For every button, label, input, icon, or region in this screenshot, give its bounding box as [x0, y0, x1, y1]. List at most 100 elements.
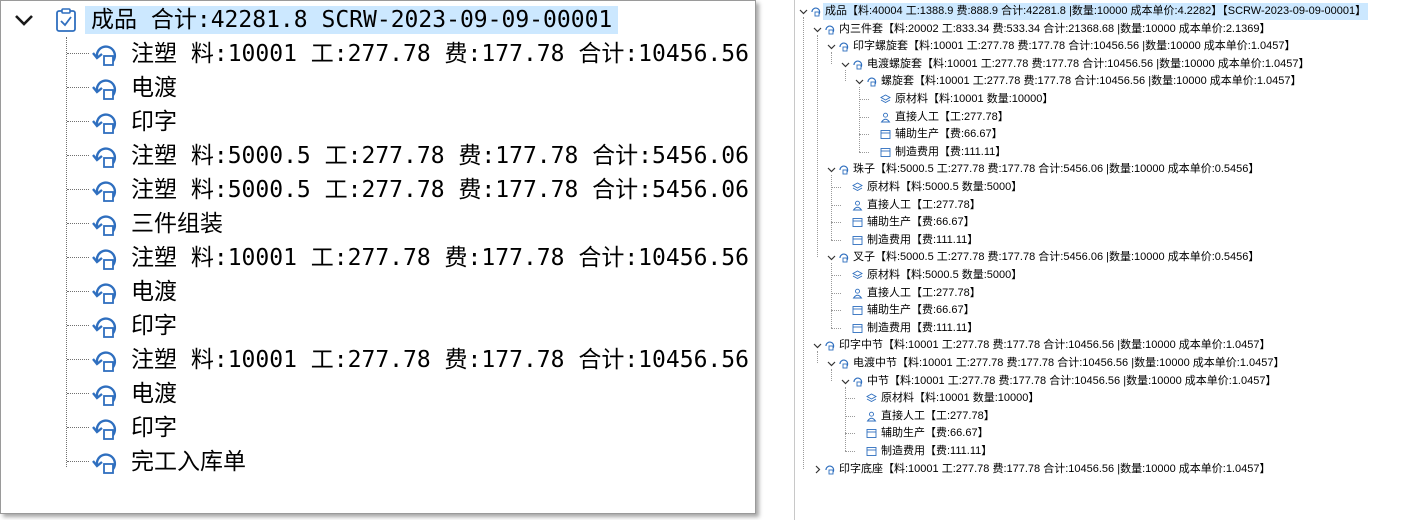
box-icon	[852, 306, 863, 316]
left-tree-root[interactable]: 成品 合计:42281.8 SCRW-2023-09-09-00001	[1, 3, 757, 37]
material-stack-icon	[866, 393, 877, 403]
right-tree-item[interactable]: 辅助生产【费:66.67】	[795, 302, 1419, 319]
left-item-label: 电渡	[131, 75, 177, 101]
right-tree-item[interactable]: 内三件套【料:20002 工:833.34 费:533.34 合计:21368.…	[795, 21, 1419, 38]
box-icon	[866, 429, 877, 439]
right-tree-panel: 成品【料:40004 工:1388.9 费:888.9 合计:42281.8 |…	[794, 0, 1420, 520]
left-tree-panel: 成品 合计:42281.8 SCRW-2023-09-09-00001 注塑 料…	[0, 0, 756, 514]
left-item-label: 注塑 料:10001 工:277.78 费:177.78 合计:10456.56	[131, 245, 749, 271]
left-tree-item[interactable]: 印字	[1, 411, 757, 445]
process-node-icon	[92, 215, 117, 236]
box-icon	[880, 147, 891, 157]
chevron-down-icon[interactable]	[841, 377, 850, 386]
process-node-icon	[853, 60, 863, 70]
right-tree-item[interactable]: 制造费用【费:111.11】	[795, 320, 1419, 337]
tree-connector-line	[67, 87, 89, 88]
right-tree-item[interactable]: 电渡螺旋套【料:10001 工:277.78 费:177.78 合计:10456…	[795, 56, 1419, 73]
left-tree-item[interactable]: 注塑 料:10001 工:277.78 费:177.78 合计:10456.56	[1, 343, 757, 377]
left-tree-item[interactable]: 印字	[1, 105, 757, 139]
right-tree-item[interactable]: 制造费用【费:111.11】	[795, 144, 1419, 161]
right-tree-item[interactable]: 原材料【料:5000.5 数量:5000】	[795, 267, 1419, 284]
right-tree-item[interactable]: 原材料【料:10001 数量:10000】	[795, 91, 1419, 108]
right-item-label: 印字底座【料:10001 工:277.78 费:177.78 合计:10456.…	[839, 462, 1271, 475]
left-tree-item[interactable]: 电渡	[1, 71, 757, 105]
process-node-icon	[92, 453, 117, 474]
right-tree-item[interactable]: 直接人工【工:277.78】	[795, 285, 1419, 302]
chevron-down-icon[interactable]	[799, 7, 808, 16]
process-node-icon	[839, 253, 849, 263]
tree-connector-line	[67, 461, 89, 462]
right-tree-item[interactable]: 印字中节【料:10001 工:277.78 费:177.78 合计:10456.…	[795, 337, 1419, 354]
right-tree-item[interactable]: 叉子【料:5000.5 工:277.78 费:177.78 合计:5456.06…	[795, 249, 1419, 266]
left-tree-item[interactable]: 注塑 料:5000.5 工:277.78 费:177.78 合计:5456.06	[1, 139, 757, 173]
right-tree-item[interactable]: 辅助生产【费:66.67】	[795, 425, 1419, 442]
right-tree-item[interactable]: 直接人工【工:277.78】	[795, 109, 1419, 126]
right-item-label: 制造费用【费:111.11】	[867, 321, 979, 334]
process-node-icon	[825, 465, 835, 475]
tree-connector-line	[845, 398, 855, 400]
process-node-icon	[92, 79, 117, 100]
right-tree-item[interactable]: 制造费用【费:111.11】	[795, 232, 1419, 249]
tree-connector-line	[831, 239, 841, 241]
left-tree-item[interactable]: 注塑 料:5000.5 工:277.78 费:177.78 合计:5456.06	[1, 173, 757, 207]
chevron-down-icon[interactable]	[827, 253, 836, 262]
right-tree-item[interactable]: 直接人工【工:277.78】	[795, 408, 1419, 425]
right-tree-item[interactable]: 辅助生产【费:66.67】	[795, 214, 1419, 231]
left-tree-item[interactable]: 三件组装	[1, 207, 757, 241]
process-node-icon	[92, 249, 117, 270]
left-item-label: 电渡	[131, 381, 177, 407]
chevron-down-icon[interactable]	[827, 42, 836, 51]
right-tree-item[interactable]: 直接人工【工:277.78】	[795, 197, 1419, 214]
right-tree-item[interactable]: 原材料【料:5000.5 数量:5000】	[795, 179, 1419, 196]
right-tree-root[interactable]: 成品【料:40004 工:1388.9 费:888.9 合计:42281.8 |…	[795, 3, 1419, 20]
right-item-label: 辅助生产【费:66.67】	[895, 128, 1003, 141]
left-tree-item[interactable]: 注塑 料:10001 工:277.78 费:177.78 合计:10456.56	[1, 37, 757, 71]
left-tree-item[interactable]: 注塑 料:10001 工:277.78 费:177.78 合计:10456.56	[1, 241, 757, 275]
right-tree-item[interactable]: 印字螺旋套【料:10001 工:277.78 费:177.78 合计:10456…	[795, 38, 1419, 55]
root-product-icon	[811, 7, 821, 17]
tree-connector-line	[67, 121, 89, 122]
tree-connector-line	[859, 116, 869, 118]
tree-connector-line	[67, 427, 89, 428]
chevron-right-icon[interactable]	[813, 465, 822, 474]
right-tree-item[interactable]: 中节【料:10001 工:277.78 费:177.78 合计:10456.56…	[795, 373, 1419, 390]
right-tree-item[interactable]: 原材料【料:10001 数量:10000】	[795, 390, 1419, 407]
person-icon	[880, 112, 891, 123]
tree-connector-line	[831, 292, 841, 294]
left-tree-item[interactable]: 完工入库单	[1, 445, 757, 479]
chevron-down-icon[interactable]	[827, 165, 836, 174]
right-item-label: 印字螺旋套【料:10001 工:277.78 费:177.78 合计:10456…	[853, 40, 1296, 53]
tree-connector-line	[859, 99, 869, 100]
left-item-label: 完工入库单	[131, 449, 246, 475]
right-item-label: 辅助生产【费:66.67】	[881, 427, 989, 440]
material-stack-icon	[852, 182, 863, 192]
tree-connector-line	[67, 189, 89, 190]
chevron-down-icon[interactable]	[841, 60, 850, 69]
chevron-down-icon[interactable]	[855, 77, 864, 86]
process-node-icon	[92, 113, 117, 134]
material-stack-icon	[852, 270, 863, 280]
process-node-icon	[839, 165, 849, 175]
right-tree-item[interactable]: 辅助生产【费:66.67】	[795, 126, 1419, 143]
process-node-icon	[92, 419, 117, 440]
tree-connector-line	[831, 275, 841, 276]
left-tree-item[interactable]: 电渡	[1, 377, 757, 411]
chevron-down-icon[interactable]	[13, 9, 35, 31]
left-root-label[interactable]: 成品 合计:42281.8 SCRW-2023-09-09-00001	[85, 6, 619, 34]
left-item-label: 注塑 料:5000.5 工:277.78 费:177.78 合计:5456.06	[131, 143, 749, 169]
left-tree-item[interactable]: 电渡	[1, 275, 757, 309]
right-tree-item[interactable]: 珠子【料:5000.5 工:277.78 费:177.78 合计:5456.06…	[795, 161, 1419, 178]
tree-connector-line	[67, 53, 89, 54]
left-tree-item[interactable]: 印字	[1, 309, 757, 343]
right-tree-item[interactable]: 印字底座【料:10001 工:277.78 费:177.78 合计:10456.…	[795, 461, 1419, 478]
tree-connector-line	[67, 393, 89, 394]
right-tree-item[interactable]: 螺旋套【料:10001 工:277.78 费:177.78 合计:10456.5…	[795, 73, 1419, 90]
right-tree-item[interactable]: 制造费用【费:111.11】	[795, 443, 1419, 460]
chevron-down-icon[interactable]	[827, 359, 836, 368]
tree-connector-line	[831, 327, 841, 329]
left-item-label: 印字	[131, 109, 177, 135]
chevron-down-icon[interactable]	[813, 341, 822, 350]
right-tree-item[interactable]: 电渡中节【料:10001 工:277.78 费:177.78 合计:10456.…	[795, 355, 1419, 372]
chevron-down-icon[interactable]	[813, 25, 822, 34]
left-item-label: 三件组装	[131, 211, 223, 237]
